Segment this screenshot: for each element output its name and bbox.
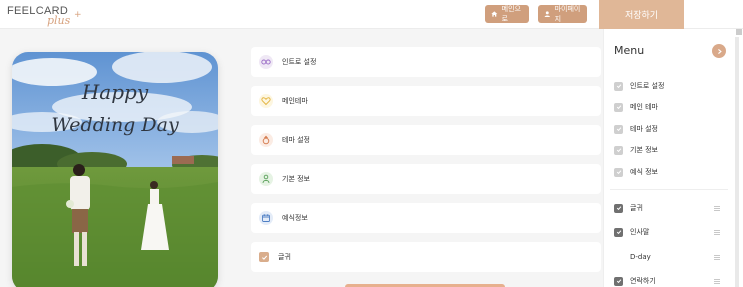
scrollbar-track[interactable]	[735, 37, 739, 287]
checkbox-icon	[614, 81, 623, 91]
menu-sidebar: Menu 인트로 설정 메인 테마 테마 설정 기본 정보 예식 정보 글귀 인…	[603, 29, 743, 287]
checkbox-icon	[614, 167, 623, 177]
card-label: 인트로 설정	[282, 58, 317, 66]
checkbox-icon	[614, 145, 623, 155]
menu-item-theme-settings: 테마 설정	[614, 122, 658, 136]
card-label: 테마 설정	[282, 136, 310, 144]
menu-item-label: 메인 테마	[630, 103, 658, 111]
checkbox-icon[interactable]	[614, 276, 623, 286]
card-ceremony-info[interactable]: 예식정보	[251, 203, 601, 233]
top-header: FEELCARD plus + 메인으로 마이페이지 저장하기	[0, 0, 743, 29]
drag-handle-icon[interactable]	[714, 230, 720, 235]
menu-item-label: D-day	[630, 253, 651, 261]
menu-item-label: 인트로 설정	[630, 82, 665, 90]
main-page-button-label: 메인으로	[501, 5, 521, 23]
card-intro-settings[interactable]: 인트로 설정	[251, 47, 601, 77]
save-button[interactable]: 저장하기	[599, 0, 684, 29]
scrollbar-arrow[interactable]	[736, 29, 742, 35]
checkbox-icon[interactable]	[614, 227, 623, 237]
menu-item-label: 예식 정보	[630, 168, 658, 176]
checkbox-icon	[614, 124, 623, 134]
card-main-theme[interactable]: 메인테마	[251, 86, 601, 116]
preview-title-line2: Wedding Day	[51, 114, 179, 136]
main-page-button[interactable]: 메인으로	[485, 5, 529, 23]
menu-title: Menu	[614, 44, 645, 57]
card-basic-info[interactable]: 기본 정보	[251, 164, 601, 194]
mypage-button-label: 마이페이지	[554, 5, 581, 23]
ring-icon	[259, 133, 273, 147]
menu-item-greeting[interactable]: 인사말	[614, 225, 649, 239]
user-icon	[544, 11, 550, 17]
home-icon	[491, 11, 498, 17]
menu-item-label: 연락하기	[630, 277, 656, 285]
checkbox-icon[interactable]	[259, 252, 269, 262]
couple-icon	[259, 172, 273, 186]
drag-handle-icon[interactable]	[714, 279, 720, 284]
logo-sub-text: plus	[47, 14, 71, 27]
checkbox-icon	[614, 102, 623, 112]
menu-item-basic-info: 기본 정보	[614, 143, 658, 157]
collapse-arrow-icon[interactable]	[712, 44, 726, 58]
logo-plus-text: +	[74, 10, 82, 20]
checkbox-icon[interactable]	[614, 253, 623, 262]
card-label: 예식정보	[282, 214, 308, 222]
checkbox-icon[interactable]	[614, 203, 623, 213]
menu-divider	[610, 189, 728, 190]
menu-item-main-theme: 메인 테마	[614, 100, 658, 114]
menu-item-label: 인사말	[630, 228, 650, 236]
menu-item-phrase[interactable]: 글귀	[614, 201, 643, 215]
menu-item-ceremony-info: 예식 정보	[614, 165, 658, 179]
card-label: 글귀	[278, 253, 291, 261]
card-theme-settings[interactable]: 테마 설정	[251, 125, 601, 155]
drag-handle-icon[interactable]	[714, 255, 720, 260]
card-label: 메인테마	[282, 97, 308, 105]
feelcard-logo[interactable]: FEELCARD plus +	[7, 5, 87, 27]
menu-item-contact[interactable]: 연락하기	[614, 274, 656, 287]
menu-item-dday[interactable]: D-day	[614, 250, 651, 264]
preview-title-line1: Happy	[81, 80, 149, 104]
menu-item-intro: 인트로 설정	[614, 79, 664, 93]
menu-item-label: 테마 설정	[630, 125, 658, 133]
invitation-preview: Happy Wedding Day	[12, 52, 218, 287]
card-phrase[interactable]: 글귀	[251, 242, 601, 272]
glasses-icon	[259, 55, 273, 69]
heart-icon	[259, 94, 273, 108]
card-label: 기본 정보	[282, 175, 310, 183]
mypage-button[interactable]: 마이페이지	[538, 5, 587, 23]
menu-item-label: 글귀	[630, 204, 643, 212]
menu-item-label: 기본 정보	[630, 146, 658, 154]
drag-handle-icon[interactable]	[714, 206, 720, 211]
calendar-icon	[259, 211, 273, 225]
